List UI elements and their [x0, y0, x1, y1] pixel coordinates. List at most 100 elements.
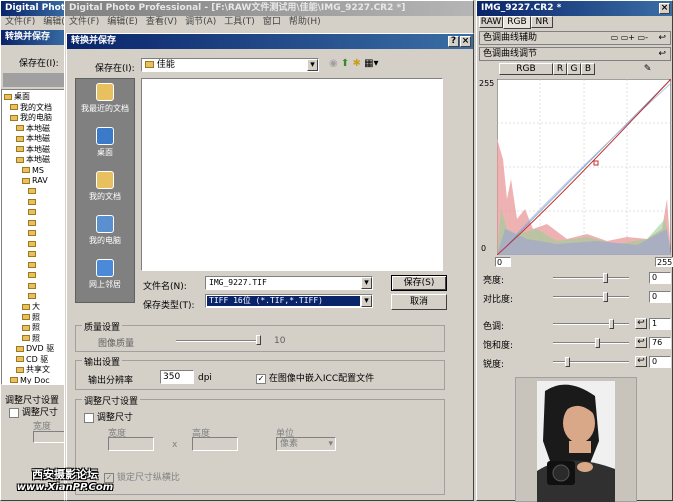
- hue-input[interactable]: 1: [649, 318, 671, 330]
- saturation-slider-thumb[interactable]: [595, 338, 600, 348]
- input-min-field[interactable]: 0: [495, 257, 511, 267]
- tree-item[interactable]: [4, 187, 68, 198]
- tree-item[interactable]: 大: [4, 302, 68, 313]
- channel-b-button[interactable]: B: [581, 63, 595, 75]
- tree-item[interactable]: DVD 驱: [4, 344, 68, 355]
- tree-item[interactable]: 照: [4, 313, 68, 324]
- help-button[interactable]: ?: [448, 36, 459, 47]
- place-desktop[interactable]: 桌面: [76, 123, 134, 167]
- left-resize-checkbox[interactable]: [9, 407, 19, 418]
- tree-item[interactable]: [4, 281, 68, 292]
- tree-item[interactable]: 我的电脑: [4, 113, 68, 124]
- filetype-select[interactable]: TIFF 16位 (*.TIF,*.TIFF) ▾: [205, 294, 373, 308]
- contrast-slider-thumb[interactable]: [603, 292, 608, 302]
- main-menu-item[interactable]: 文件(F): [69, 17, 99, 27]
- left-folder-tree[interactable]: 桌面 我的文档 我的电脑 本地磁 本地磁 本地磁 本地磁 MS RAV 大照照照 DVD 驱 CD 驱…: [1, 89, 69, 385]
- input-max-field[interactable]: 255: [655, 257, 673, 267]
- curve-max-label: 255: [479, 79, 495, 88]
- filename-dropdown-icon[interactable]: ▾: [361, 277, 372, 289]
- place-recent-docs[interactable]: 我最近的文档: [76, 79, 134, 123]
- tree-item[interactable]: [4, 260, 68, 271]
- tree-item[interactable]: 本地磁: [4, 155, 68, 166]
- channel-rgb-button[interactable]: RGB: [499, 63, 553, 75]
- filename-input[interactable]: IMG_9227.TIF ▾: [205, 276, 373, 290]
- tree-item[interactable]: [4, 250, 68, 261]
- eyedropper-icon[interactable]: ✎: [644, 64, 652, 74]
- resize-checkbox-row[interactable]: 调整尺寸: [84, 410, 133, 423]
- folder-icon: [16, 125, 24, 131]
- tree-item[interactable]: [4, 197, 68, 208]
- main-menu-item[interactable]: 帮助(H): [289, 17, 321, 27]
- tree-item-label: 桌面: [14, 92, 30, 101]
- tree-item[interactable]: 本地磁: [4, 134, 68, 145]
- quality-slider-thumb[interactable]: [256, 335, 261, 345]
- hue-slider-thumb[interactable]: [609, 319, 614, 329]
- place-my-computer[interactable]: 我的电脑: [76, 211, 134, 255]
- sharpness-slider-thumb[interactable]: [565, 357, 570, 367]
- photo-preview[interactable]: [537, 381, 615, 502]
- main-menu-item[interactable]: 调节(A): [185, 17, 216, 27]
- left-menu-file[interactable]: 文件(F): [5, 17, 35, 27]
- palette-close-icon[interactable]: ×: [659, 3, 670, 14]
- reset-curve-icon[interactable]: ↩: [658, 48, 666, 60]
- hue-reset-icon[interactable]: ↩: [635, 318, 647, 329]
- back-icon[interactable]: ◉: [329, 58, 338, 69]
- up-folder-icon[interactable]: ⬆: [341, 58, 349, 69]
- tree-item[interactable]: [4, 229, 68, 240]
- save-in-dropdown[interactable]: 佳能 ▾: [141, 58, 319, 72]
- place-my-documents[interactable]: 我的文档: [76, 167, 134, 211]
- main-menu-item[interactable]: 窗口: [263, 17, 281, 27]
- tree-item[interactable]: [4, 239, 68, 250]
- tree-item[interactable]: 本地磁: [4, 124, 68, 135]
- tab-raw[interactable]: RAW: [479, 16, 503, 28]
- contrast-input[interactable]: 0: [649, 291, 671, 303]
- chevron-down-icon[interactable]: ▾: [307, 59, 318, 71]
- filetype-dropdown-icon[interactable]: ▾: [361, 295, 372, 307]
- main-menu-item[interactable]: 查看(V): [146, 17, 177, 27]
- embed-icc-row[interactable]: ✓ 在图像中嵌入ICC配置文件: [256, 371, 374, 384]
- tree-item[interactable]: 桌面: [4, 92, 68, 103]
- file-list[interactable]: [141, 78, 443, 271]
- curve-assist-icons[interactable]: ▭ ▭+ ▭-: [611, 32, 648, 44]
- left-resize-checkbox-row[interactable]: 调整尺寸: [9, 405, 58, 418]
- close-button[interactable]: ×: [460, 36, 471, 47]
- channel-g-button[interactable]: G: [567, 63, 581, 75]
- place-network[interactable]: 网上邻居: [76, 255, 134, 299]
- tree-item[interactable]: My Doc: [4, 376, 68, 384]
- saturation-reset-icon[interactable]: ↩: [635, 337, 647, 348]
- resize-checkbox[interactable]: [84, 412, 94, 423]
- new-folder-icon[interactable]: ✱: [353, 58, 361, 69]
- main-menu-item[interactable]: 编辑(E): [107, 17, 138, 27]
- sharpness-input[interactable]: 0: [649, 356, 671, 368]
- filename-value: IMG_9227.TIF: [209, 278, 267, 287]
- tree-item[interactable]: [4, 271, 68, 282]
- channel-r-button[interactable]: R: [553, 63, 567, 75]
- palette-tabs: RAW RGB NR: [479, 16, 553, 29]
- tree-item[interactable]: [4, 218, 68, 229]
- tree-item[interactable]: 本地磁: [4, 145, 68, 156]
- tree-item[interactable]: RAV: [4, 176, 68, 187]
- tree-item[interactable]: [4, 208, 68, 219]
- tree-item[interactable]: 我的文档: [4, 103, 68, 114]
- saturation-input[interactable]: 76: [649, 337, 671, 349]
- resolution-input[interactable]: 350: [160, 370, 194, 384]
- brightness-slider-thumb[interactable]: [603, 273, 608, 283]
- sharpness-reset-icon[interactable]: ↩: [635, 356, 647, 367]
- view-menu-icon[interactable]: ▦▾: [364, 58, 378, 69]
- tree-item[interactable]: [4, 292, 68, 303]
- section1-label: 色调曲线辅助: [483, 33, 538, 43]
- tree-item[interactable]: CD 驱: [4, 355, 68, 366]
- save-button[interactable]: 保存(S): [391, 275, 447, 291]
- reset-icon[interactable]: ↩: [658, 32, 666, 44]
- tab-nr[interactable]: NR: [531, 16, 553, 28]
- main-menu-item[interactable]: 工具(T): [224, 17, 255, 27]
- tab-rgb[interactable]: RGB: [503, 16, 531, 29]
- cancel-button[interactable]: 取消: [391, 294, 447, 310]
- tree-item[interactable]: 共享文: [4, 365, 68, 376]
- tree-item[interactable]: 照: [4, 334, 68, 345]
- tree-item[interactable]: 照: [4, 323, 68, 334]
- embed-icc-checkbox[interactable]: ✓: [256, 373, 266, 384]
- tone-curve-graph[interactable]: [497, 79, 671, 255]
- brightness-input[interactable]: 0: [649, 272, 671, 284]
- tree-item[interactable]: MS: [4, 166, 68, 177]
